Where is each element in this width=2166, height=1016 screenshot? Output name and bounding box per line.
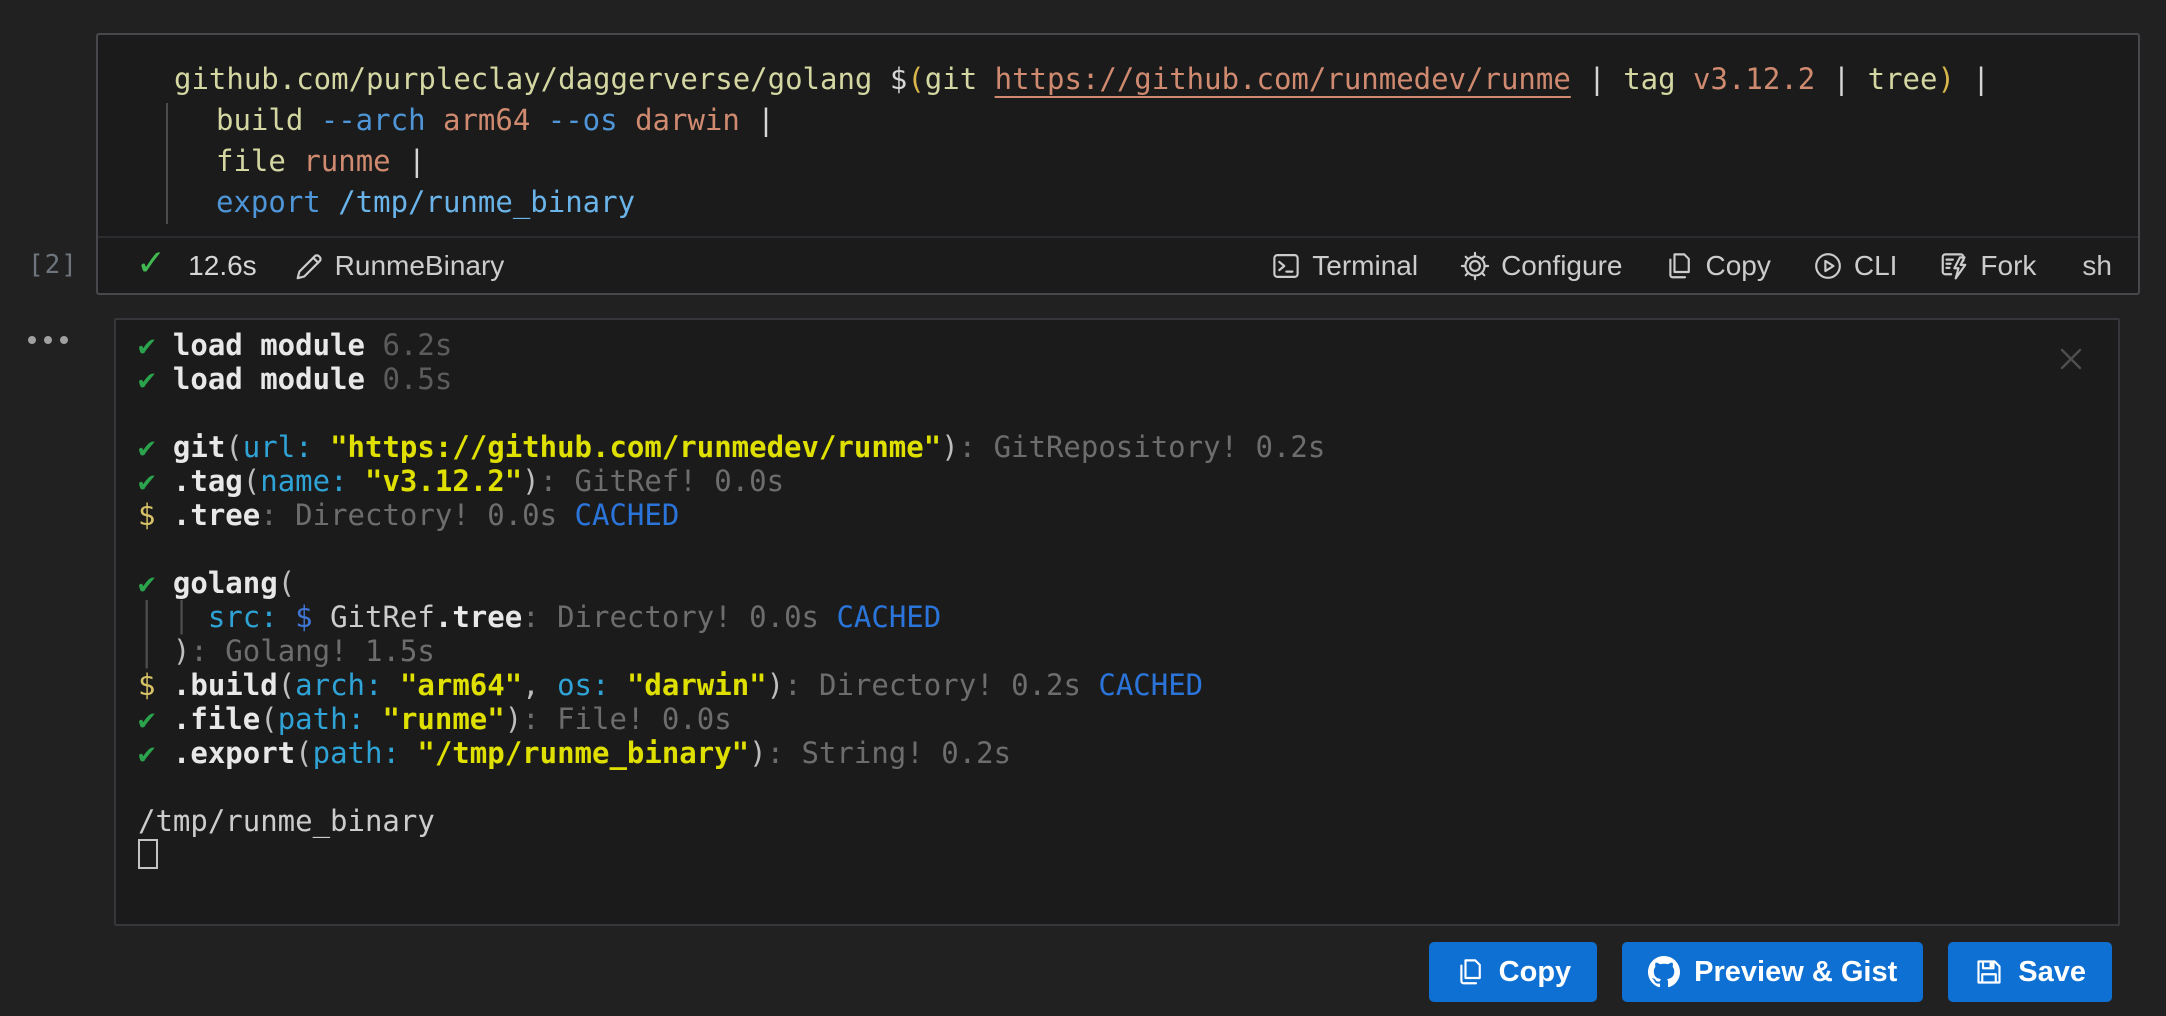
close-output-button[interactable]: [2054, 342, 2088, 376]
button-label: Preview & Gist: [1694, 956, 1897, 989]
terminal-output-line: $ .tree: Directory! 0.0s CACHED: [138, 498, 2078, 532]
toolbar-copy-button[interactable]: Copy: [1664, 250, 1770, 282]
terminal-output-line: [138, 838, 2078, 872]
save-button[interactable]: Save: [1948, 942, 2112, 1002]
code-editor-line: file runme |: [216, 141, 2108, 182]
success-check-icon: ✓: [136, 246, 166, 282]
language-mode-label[interactable]: sh: [2082, 250, 2112, 282]
code-editor[interactable]: github.com/purpleclay/daggerverse/golang…: [98, 35, 2138, 236]
copy-output-button[interactable]: Copy: [1429, 942, 1598, 1002]
toolbar-item-label: CLI: [1854, 250, 1898, 282]
execution-count: [2]: [28, 250, 78, 280]
button-label: Copy: [1499, 956, 1572, 989]
cell-status: ✓ 12.6s RunmeBinary: [136, 248, 504, 284]
cell-status-bar: ✓ 12.6s RunmeBinary Terminal: [98, 236, 2138, 293]
more-actions-icon[interactable]: [28, 336, 68, 344]
terminal-icon: [1271, 251, 1301, 281]
cell-toolbar-actions: Terminal Configure: [1271, 250, 2112, 282]
terminal-output-line: ✔ load module 6.2s: [138, 328, 2078, 362]
terminal-output-line: /tmp/runme_binary: [138, 804, 2078, 838]
runme-notebook-page: { "gutter": { "execution_count": "[2]", …: [0, 0, 2166, 1016]
cell-name-label: RunmeBinary: [335, 250, 505, 282]
terminal-output-line: [138, 770, 2078, 804]
output-actions: Copy Preview & Gist Save: [1429, 942, 2112, 1002]
terminal-output-line: │ │ src: $ GitRef.tree: Directory! 0.0s …: [138, 600, 2078, 634]
play-circle-icon: [1813, 251, 1843, 281]
terminal-output[interactable]: ✔ load module 6.2s✔ load module 0.5s ✔ gi…: [116, 320, 2118, 872]
terminal-output-line: $ .build(arch: "arm64", os: "darwin"): D…: [138, 668, 2078, 702]
terminal-output-line: ✔ load module 0.5s: [138, 362, 2078, 396]
terminal-output-line: ✔ golang(: [138, 566, 2078, 600]
terminal-output-line: [138, 396, 2078, 430]
fork-icon: [1939, 251, 1969, 281]
toolbar-terminal-button[interactable]: Terminal: [1271, 250, 1418, 282]
pencil-icon: [293, 251, 323, 281]
terminal-output-line: ✔ .export(path: "/tmp/runme_binary"): St…: [138, 736, 2078, 770]
close-icon: [2054, 342, 2088, 376]
terminal-output-line: [138, 532, 2078, 566]
toolbar-configure-button[interactable]: Configure: [1460, 250, 1622, 282]
toolbar-item-label: Copy: [1705, 250, 1770, 282]
gear-icon: [1460, 251, 1490, 281]
cell-output-panel: ✔ load module 6.2s✔ load module 0.5s ✔ gi…: [114, 318, 2120, 926]
button-label: Save: [2018, 956, 2086, 989]
github-icon: [1648, 956, 1680, 988]
toolbar-fork-button[interactable]: Fork: [1939, 250, 2036, 282]
terminal-output-line: │ ): Golang! 1.5s: [138, 634, 2078, 668]
toolbar-item-label: Configure: [1501, 250, 1622, 282]
toolbar-cli-button[interactable]: CLI: [1813, 250, 1898, 282]
cell-name-button[interactable]: RunmeBinary: [293, 250, 505, 282]
code-editor-line: export /tmp/runme_binary: [216, 182, 2108, 223]
toolbar-item-label: Terminal: [1312, 250, 1418, 282]
code-editor-line: build --arch arm64 --os darwin |: [216, 100, 2108, 141]
copy-icon: [1664, 251, 1694, 281]
save-icon: [1974, 957, 2004, 987]
terminal-output-line: ✔ .tag(name: "v3.12.2"): GitRef! 0.0s: [138, 464, 2078, 498]
terminal-output-line: ✔ git(url: "https://github.com/runmedev/…: [138, 430, 2078, 464]
execution-duration: 12.6s: [188, 250, 257, 282]
copy-icon: [1455, 957, 1485, 987]
wrap-indent-guide: [166, 103, 168, 224]
code-editor-line: github.com/purpleclay/daggerverse/golang…: [174, 59, 2108, 100]
preview-gist-button[interactable]: Preview & Gist: [1622, 942, 1923, 1002]
toolbar-item-label: Fork: [1980, 250, 2036, 282]
notebook-cell: github.com/purpleclay/daggerverse/golang…: [96, 33, 2140, 295]
terminal-output-line: ✔ .file(path: "runme"): File! 0.0s: [138, 702, 2078, 736]
